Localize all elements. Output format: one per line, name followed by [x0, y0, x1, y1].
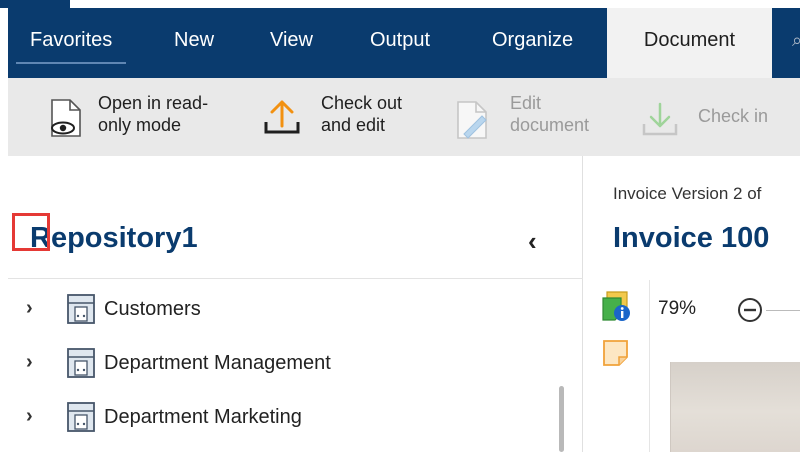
info-sticky-icon[interactable] — [601, 290, 633, 327]
top-strip — [0, 0, 800, 8]
open-readonly-label: Open in read- only mode — [98, 93, 209, 135]
tree-item-department-marketing[interactable]: › Department Marketing — [26, 397, 546, 437]
document-panel: Invoice Version 2 of Invoice 100 79% — [584, 156, 800, 452]
tab-output[interactable]: Output — [370, 8, 430, 78]
check-out-edit-label: Check out and edit — [321, 93, 403, 135]
chevron-right-icon[interactable]: › — [26, 297, 33, 320]
highlight-box — [12, 213, 50, 251]
tree-item-department-management[interactable]: › Department Management — [26, 343, 546, 383]
tree-scrollbar[interactable] — [559, 386, 564, 452]
divider — [8, 278, 583, 279]
open-readonly-button[interactable]: Open in read- only mode — [42, 78, 247, 156]
app-corner — [0, 0, 70, 8]
tab-organize[interactable]: Organize — [492, 8, 573, 78]
upload-arrow-icon — [262, 98, 302, 143]
collapse-panel-icon[interactable]: ‹ — [528, 226, 537, 257]
cabinet-icon — [66, 401, 96, 438]
eye-document-icon — [48, 98, 84, 143]
viewer-side-toolbar — [584, 280, 650, 452]
tab-view[interactable]: View — [270, 8, 313, 78]
ribbon-toolbar: Open in read- only mode Check out and ed… — [8, 78, 800, 156]
repository-title: Repository1 — [30, 222, 198, 254]
chevron-right-icon[interactable]: › — [26, 351, 33, 374]
tree-item-label: Customers — [104, 298, 201, 320]
main-nav: Favorites New View Output Organize Docum… — [8, 8, 800, 78]
more-tabs-icon[interactable]: ⌕ — [792, 8, 800, 78]
document-title: Invoice 100 — [613, 222, 770, 254]
download-arrow-icon — [640, 100, 680, 145]
tree-item-customers[interactable]: › Customers — [26, 289, 546, 329]
document-version-info: Invoice Version 2 of — [613, 184, 762, 203]
cabinet-icon — [66, 293, 96, 330]
edit-document-label: Edit document — [510, 93, 590, 135]
tab-document[interactable]: Document — [607, 8, 772, 78]
cabinet-icon — [66, 347, 96, 384]
document-preview[interactable] — [670, 362, 800, 452]
chevron-right-icon[interactable]: › — [26, 405, 33, 428]
check-in-label: Check in — [698, 106, 769, 126]
edit-document-icon — [454, 98, 490, 145]
sticky-note-icon[interactable] — [601, 338, 631, 373]
tab-favorites[interactable]: Favorites — [15, 8, 127, 78]
zoom-slider[interactable] — [766, 310, 800, 311]
zoom-out-icon[interactable] — [736, 296, 764, 329]
check-out-edit-button[interactable]: Check out and edit — [256, 78, 436, 156]
tree-item-label: Department Management — [104, 352, 331, 374]
tree-item-label: Department Marketing — [104, 406, 302, 428]
tab-new[interactable]: New — [174, 8, 214, 78]
repository-panel: Repository1 ‹ › Customers › Department M… — [8, 156, 583, 452]
check-in-button[interactable]: Check in — [636, 78, 800, 156]
edit-document-button[interactable]: Edit document — [448, 78, 618, 156]
zoom-level: 79% — [658, 298, 697, 319]
